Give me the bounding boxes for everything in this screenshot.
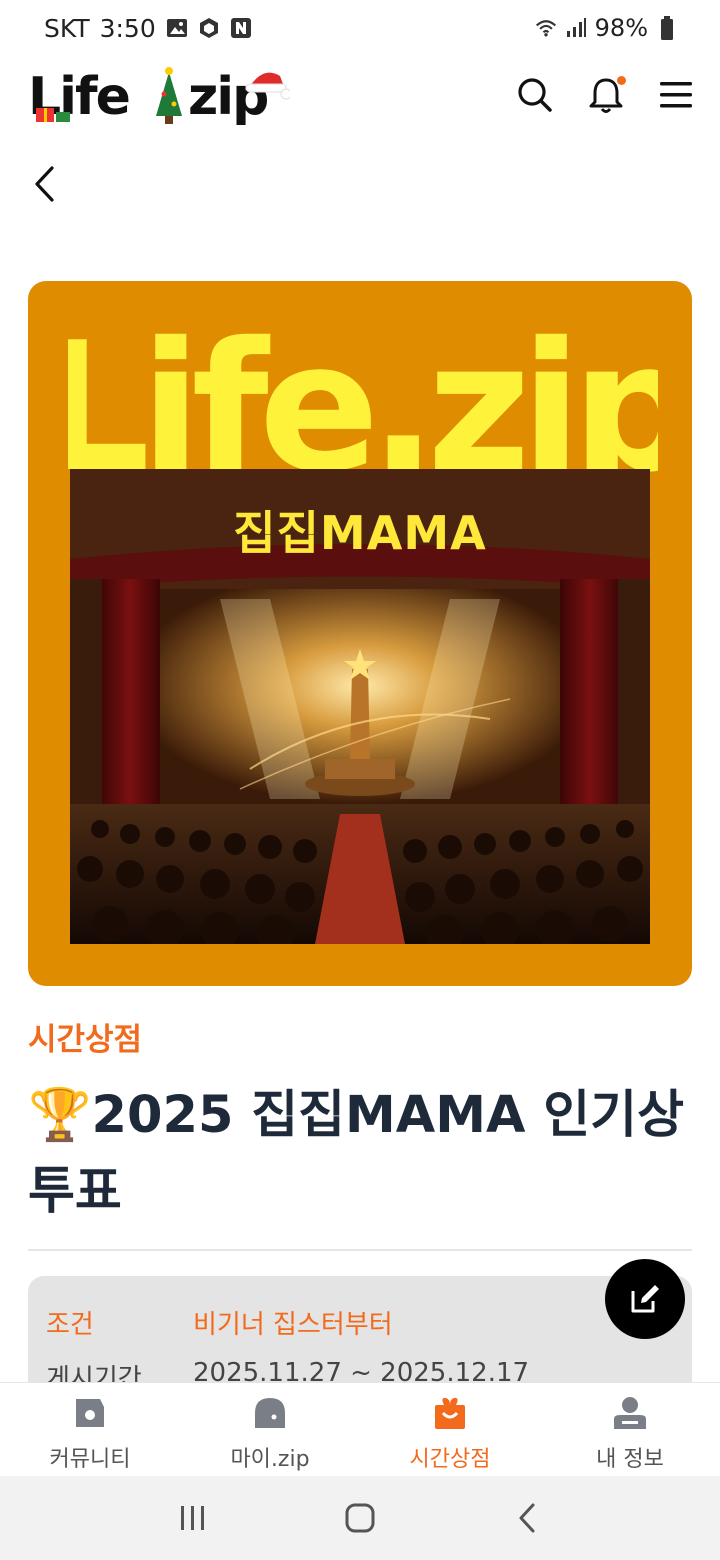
bottom-navigation: 커뮤니티 마이.zip 시간상점 내 정보 <box>0 1382 720 1476</box>
home-button[interactable] <box>330 1488 390 1548</box>
back-button[interactable] <box>24 162 64 206</box>
info-value: 비기너 집스터부터 <box>193 1310 393 1340</box>
nav-item-my-zip[interactable]: 마이.zip <box>180 1383 360 1476</box>
nav-item-time-shop[interactable]: 시간상점 <box>360 1383 540 1476</box>
info-row-condition: 조건 비기너 집스터부터 <box>46 1304 393 1341</box>
post-title: 🏆2025 집집MAMA 인기상 투표 <box>28 1086 684 1221</box>
community-icon <box>72 1395 108 1431</box>
battery-percent: 98% <box>594 14 648 42</box>
recent-apps-icon <box>181 1506 205 1530</box>
divider <box>28 1249 692 1251</box>
post-banner-image: Life.zip 집집MAMA <box>28 281 692 986</box>
chevron-left-icon <box>35 166 54 202</box>
nav-label: 마이.zip <box>230 1447 310 1472</box>
search-icon <box>518 78 552 112</box>
carrier-label: SKT <box>44 13 90 43</box>
gallery-icon <box>166 17 188 39</box>
profile-icon <box>612 1395 648 1431</box>
my-zip-icon <box>252 1395 288 1431</box>
banner-photo-title: 집집MAMA <box>233 506 487 560</box>
nav-item-community[interactable]: 커뮤니티 <box>0 1383 180 1476</box>
battery-icon <box>656 16 678 40</box>
app-header: Life zip <box>0 56 720 140</box>
edit-icon <box>631 1285 659 1313</box>
notification-button[interactable] <box>585 74 627 116</box>
notification-dot <box>617 76 626 85</box>
nav-item-profile[interactable]: 내 정보 <box>540 1383 720 1476</box>
hamburger-menu-icon <box>660 82 692 108</box>
cube-app-icon <box>198 17 220 39</box>
write-post-button[interactable] <box>605 1259 685 1339</box>
system-back-button[interactable] <box>497 1488 557 1548</box>
gift-icon <box>432 1395 468 1431</box>
signal-icon <box>565 17 587 39</box>
home-icon <box>345 1503 375 1533</box>
nav-label: 내 정보 <box>596 1447 664 1472</box>
status-right: 98% <box>535 14 678 42</box>
nav-label: 커뮤니티 <box>49 1447 131 1472</box>
info-label: 조건 <box>46 1310 94 1340</box>
nav-label: 시간상점 <box>409 1447 491 1472</box>
naver-icon <box>230 17 252 39</box>
wifi-icon <box>535 17 557 39</box>
search-button[interactable] <box>514 74 556 116</box>
svg-text:zip: zip <box>188 67 267 127</box>
menu-button[interactable] <box>655 74 697 116</box>
status-bar: SKT 3:50 98% <box>0 0 720 56</box>
system-navigation-bar <box>0 1476 720 1560</box>
system-back-icon <box>519 1503 535 1533</box>
post-category: 시간상점 <box>28 1022 143 1058</box>
app-logo[interactable]: Life zip <box>28 64 292 128</box>
clock: 3:50 <box>99 13 156 43</box>
recent-apps-button[interactable] <box>163 1488 223 1548</box>
theater-stage-photo: 집집MAMA <box>70 469 650 944</box>
status-left: SKT 3:50 <box>44 14 252 43</box>
